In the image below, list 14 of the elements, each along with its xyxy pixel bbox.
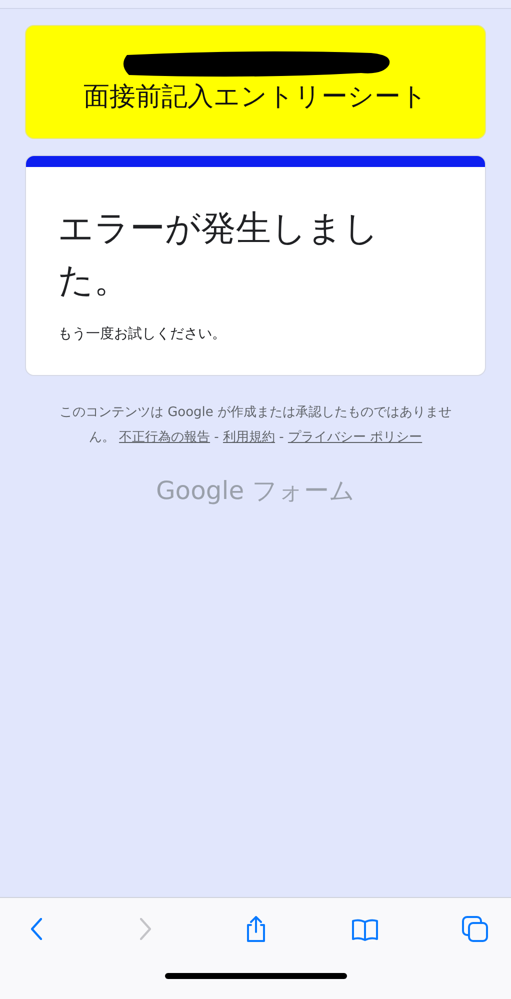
open-book-icon — [352, 918, 378, 940]
error-heading: エラーが発生しました。 — [58, 208, 380, 303]
tabs-button[interactable] — [461, 915, 489, 943]
tabs-icon — [462, 916, 488, 942]
disclaimer-text: このコンテンツは Google が作成または承認したものではありません。 不正行為の報告 - 利用規約 - プライバシー ポリシー — [58, 404, 453, 447]
privacy-policy-link[interactable]: プライバシー ポリシー — [288, 430, 422, 445]
terms-link[interactable]: 利用規約 — [223, 430, 275, 445]
error-message: もう一度お試しください。 — [58, 325, 227, 343]
report-abuse-link[interactable]: 不正行為の報告 — [119, 430, 210, 445]
back-icon — [30, 918, 42, 940]
form-title: 面接前記入エントリーシート — [84, 80, 428, 114]
forward-icon — [140, 918, 152, 940]
share-icon — [246, 916, 264, 942]
google-forms-logo: Google フォーム — [156, 475, 356, 507]
